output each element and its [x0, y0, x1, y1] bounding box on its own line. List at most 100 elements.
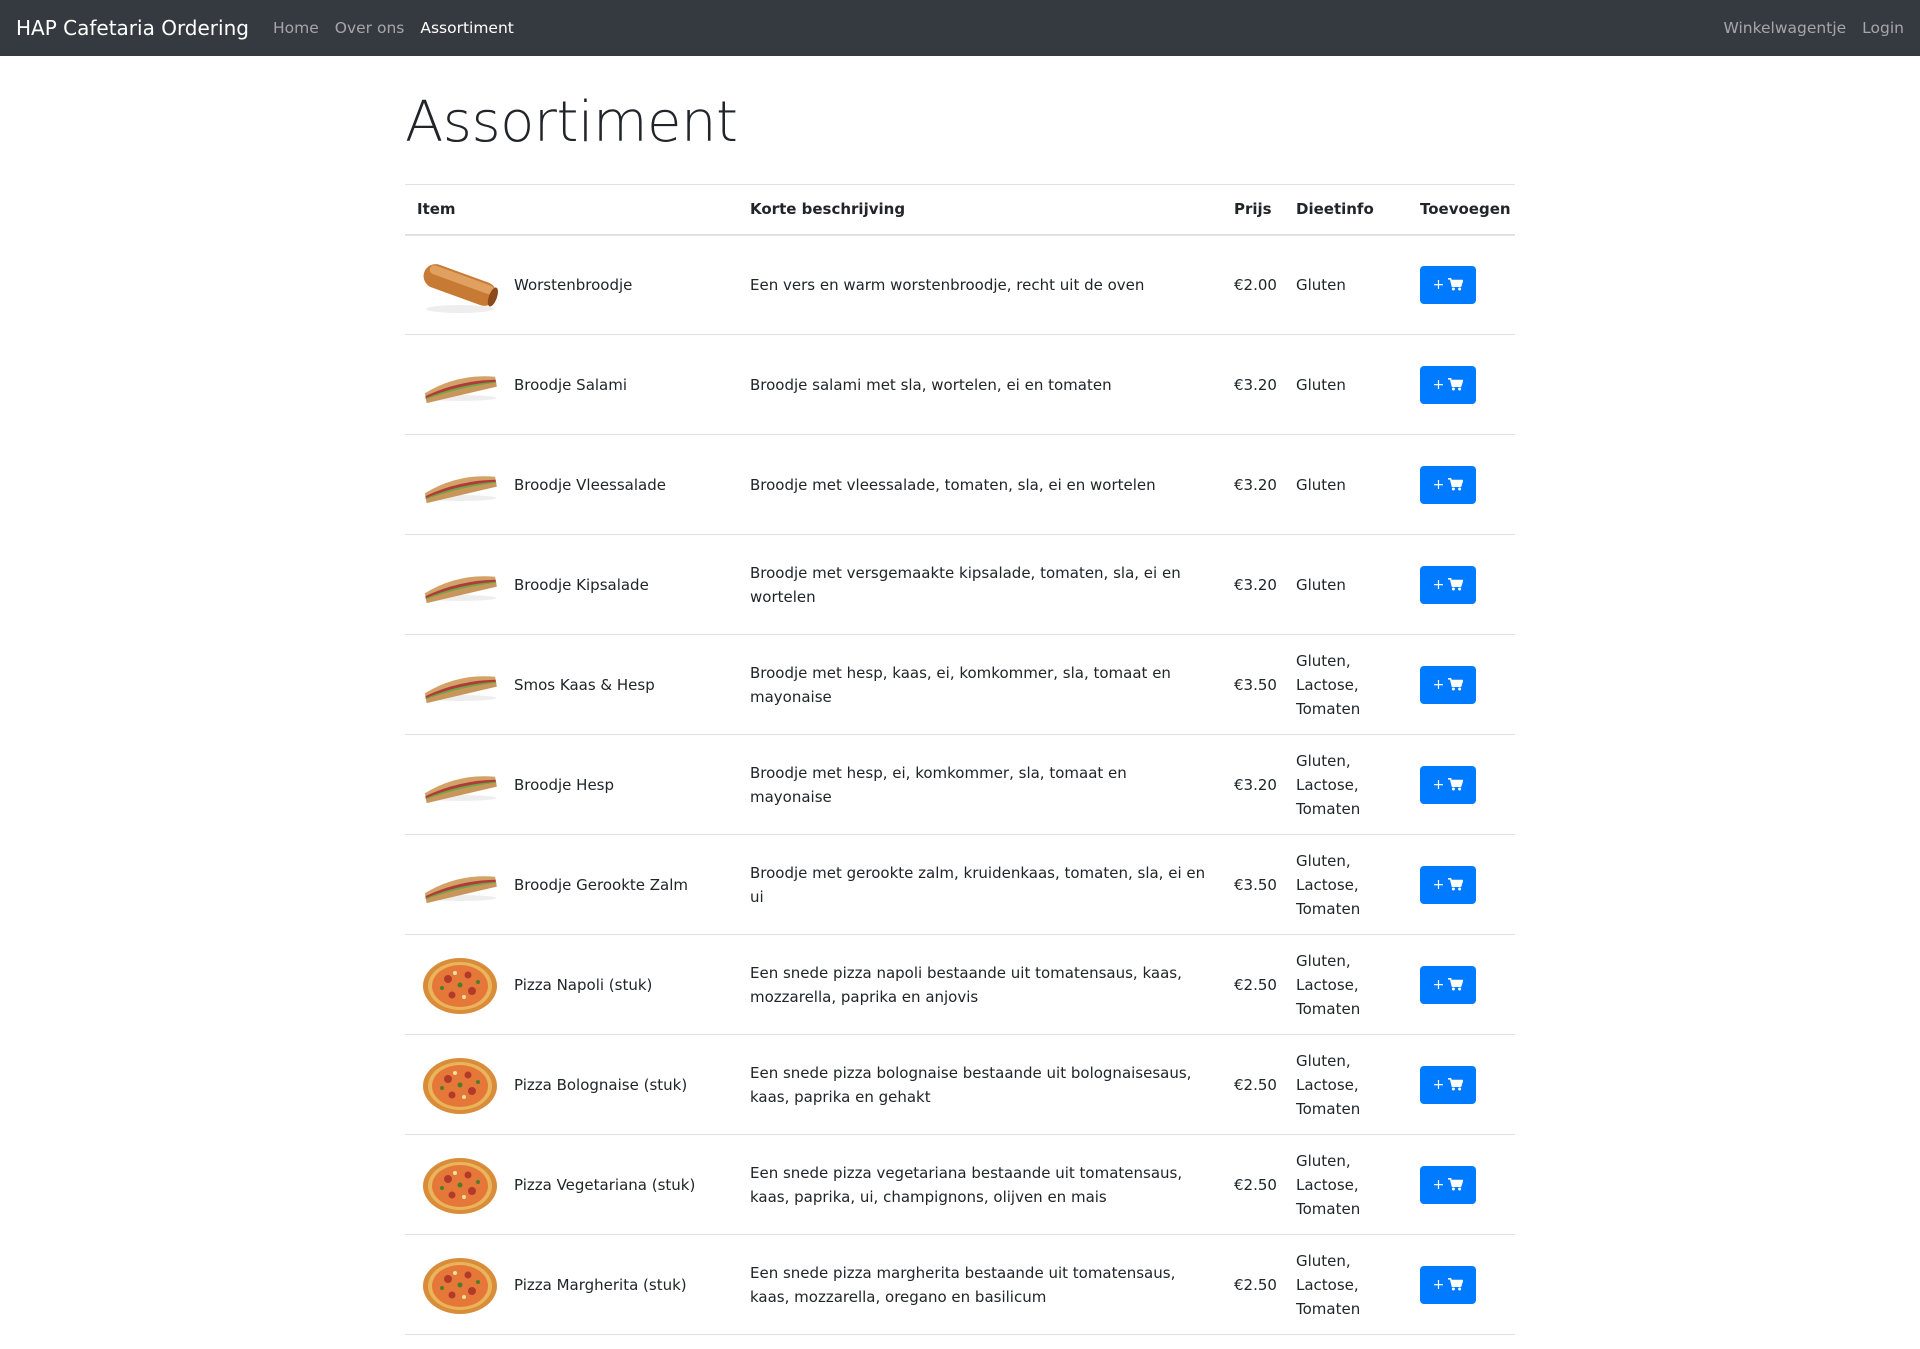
product-name: Worstenbroodje [514, 275, 633, 294]
navbar-left: HAP Cafetaria Ordering Home Over ons Ass… [16, 16, 530, 40]
shopping-cart-icon [1448, 1178, 1464, 1191]
product-name: Smos Kaas & Hesp [514, 675, 655, 694]
add-cell: + [1408, 1134, 1515, 1235]
add-to-cart-button[interactable]: + [1420, 965, 1476, 1004]
item-cell: Broodje Salami [405, 334, 738, 435]
product-image [417, 550, 502, 620]
item-cell: Broodje Vleessalade [405, 434, 738, 535]
product-diet-info: Gluten, Lactose, Tomaten [1284, 734, 1408, 835]
product-diet-info: Gluten [1284, 334, 1408, 435]
product-table: Item Korte beschrijving Prijs Dieetinfo … [405, 184, 1515, 1335]
plus-label: + [1432, 976, 1445, 993]
item-cell: Pizza Vegetariana (stuk) [405, 1134, 738, 1235]
item-cell: Worstenbroodje [405, 234, 738, 335]
product-price: €3.20 [1222, 334, 1284, 435]
product-description: Een snede pizza napoli bestaande uit tom… [738, 934, 1222, 1035]
table-body: Worstenbroodje Een vers en warm worstenb… [405, 234, 1515, 1335]
product-image [417, 350, 502, 420]
header-price: Prijs [1222, 184, 1284, 236]
item-cell-content: Pizza Margherita (stuk) [417, 1250, 726, 1320]
add-to-cart-button[interactable]: + [1420, 1165, 1476, 1204]
add-cell: + [1408, 234, 1515, 335]
sandwich-icon [423, 775, 497, 803]
main-container: Assortiment Item Korte beschrijving Prij… [405, 56, 1515, 1335]
add-to-cart-button[interactable]: + [1420, 365, 1476, 404]
table-row: Broodje Kipsalade Broodje met versgemaak… [405, 534, 1515, 635]
plus-label: + [1432, 1076, 1445, 1093]
product-description: Een snede pizza margherita bestaande uit… [738, 1234, 1222, 1335]
page-title: Assortiment [405, 90, 738, 155]
shopping-cart-icon [1448, 478, 1464, 491]
pizza-icon [422, 1157, 497, 1214]
add-cell: + [1408, 634, 1515, 735]
nav-link-home[interactable]: Home [273, 19, 319, 37]
item-cell-content: Pizza Bolognaise (stuk) [417, 1050, 726, 1120]
product-image [417, 1250, 502, 1320]
add-cell: + [1408, 734, 1515, 835]
shopping-cart-icon [1448, 678, 1464, 691]
item-cell-content: Pizza Napoli (stuk) [417, 950, 726, 1020]
navbar-brand[interactable]: HAP Cafetaria Ordering [16, 16, 249, 40]
item-cell-content: Broodje Vleessalade [417, 450, 726, 520]
add-to-cart-button[interactable]: + [1420, 465, 1476, 504]
plus-label: + [1432, 376, 1445, 393]
item-cell-content: Smos Kaas & Hesp [417, 650, 726, 720]
product-name: Broodje Vleessalade [514, 475, 666, 494]
product-description: Een vers en warm worstenbroodje, recht u… [738, 234, 1222, 335]
product-description: Broodje met versgemaakte kipsalade, toma… [738, 534, 1222, 635]
navbar-right: Winkelwagentje Login [1707, 19, 1904, 37]
add-to-cart-button[interactable]: + [1420, 665, 1476, 704]
header-add: Toevoegen [1408, 184, 1515, 236]
product-diet-info: Gluten, Lactose, Tomaten [1284, 1034, 1408, 1135]
pizza-icon [422, 1257, 497, 1314]
sandwich-icon [423, 575, 497, 603]
sandwich-icon [423, 375, 497, 403]
nav-link-winkelwagentje[interactable]: Winkelwagentje [1723, 19, 1846, 37]
item-cell-content: Broodje Kipsalade [417, 550, 726, 620]
navbar: HAP Cafetaria Ordering Home Over ons Ass… [0, 0, 1920, 56]
item-cell: Pizza Margherita (stuk) [405, 1234, 738, 1335]
add-to-cart-button[interactable]: + [1420, 1265, 1476, 1304]
table-row: Broodje Salami Broodje salami met sla, w… [405, 334, 1515, 435]
item-cell-content: Broodje Gerookte Zalm [417, 850, 726, 920]
product-diet-info: Gluten [1284, 534, 1408, 635]
product-image [417, 650, 502, 720]
product-diet-info: Gluten, Lactose, Tomaten [1284, 634, 1408, 735]
product-price: €3.20 [1222, 534, 1284, 635]
product-price: €3.50 [1222, 834, 1284, 935]
product-description: Broodje met vleessalade, tomaten, sla, e… [738, 434, 1222, 535]
product-image [417, 750, 502, 820]
item-cell-content: Broodje Salami [417, 350, 726, 420]
add-to-cart-button[interactable]: + [1420, 765, 1476, 804]
shopping-cart-icon [1448, 1078, 1464, 1091]
sausage-roll-icon [423, 263, 498, 313]
product-price: €2.50 [1222, 1134, 1284, 1235]
product-name: Broodje Hesp [514, 775, 615, 794]
plus-label: + [1432, 1176, 1445, 1193]
table-row: Pizza Napoli (stuk) Een snede pizza napo… [405, 934, 1515, 1035]
product-description: Broodje met hesp, kaas, ei, komkommer, s… [738, 634, 1222, 735]
add-to-cart-button[interactable]: + [1420, 1065, 1476, 1104]
add-to-cart-button[interactable]: + [1420, 265, 1476, 304]
product-price: €2.50 [1222, 934, 1284, 1035]
table-row: Broodje Vleessalade Broodje met vleessal… [405, 434, 1515, 535]
nav-link-assortiment[interactable]: Assortiment [420, 19, 514, 37]
plus-label: + [1432, 1276, 1445, 1293]
product-diet-info: Gluten, Lactose, Tomaten [1284, 1134, 1408, 1235]
item-cell: Broodje Hesp [405, 734, 738, 835]
nav-link-over-ons[interactable]: Over ons [335, 19, 405, 37]
table-row: Pizza Vegetariana (stuk) Een snede pizza… [405, 1134, 1515, 1235]
product-diet-info: Gluten [1284, 434, 1408, 535]
item-cell: Broodje Gerookte Zalm [405, 834, 738, 935]
product-name: Broodje Salami [514, 375, 628, 394]
nav-link-login[interactable]: Login [1862, 19, 1904, 37]
product-image [417, 1050, 502, 1120]
shopping-cart-icon [1448, 378, 1464, 391]
add-cell: + [1408, 534, 1515, 635]
add-to-cart-button[interactable]: + [1420, 565, 1476, 604]
add-cell: + [1408, 434, 1515, 535]
add-to-cart-button[interactable]: + [1420, 865, 1476, 904]
plus-label: + [1432, 476, 1445, 493]
product-name: Pizza Bolognaise (stuk) [514, 1075, 688, 1094]
plus-label: + [1432, 576, 1445, 593]
